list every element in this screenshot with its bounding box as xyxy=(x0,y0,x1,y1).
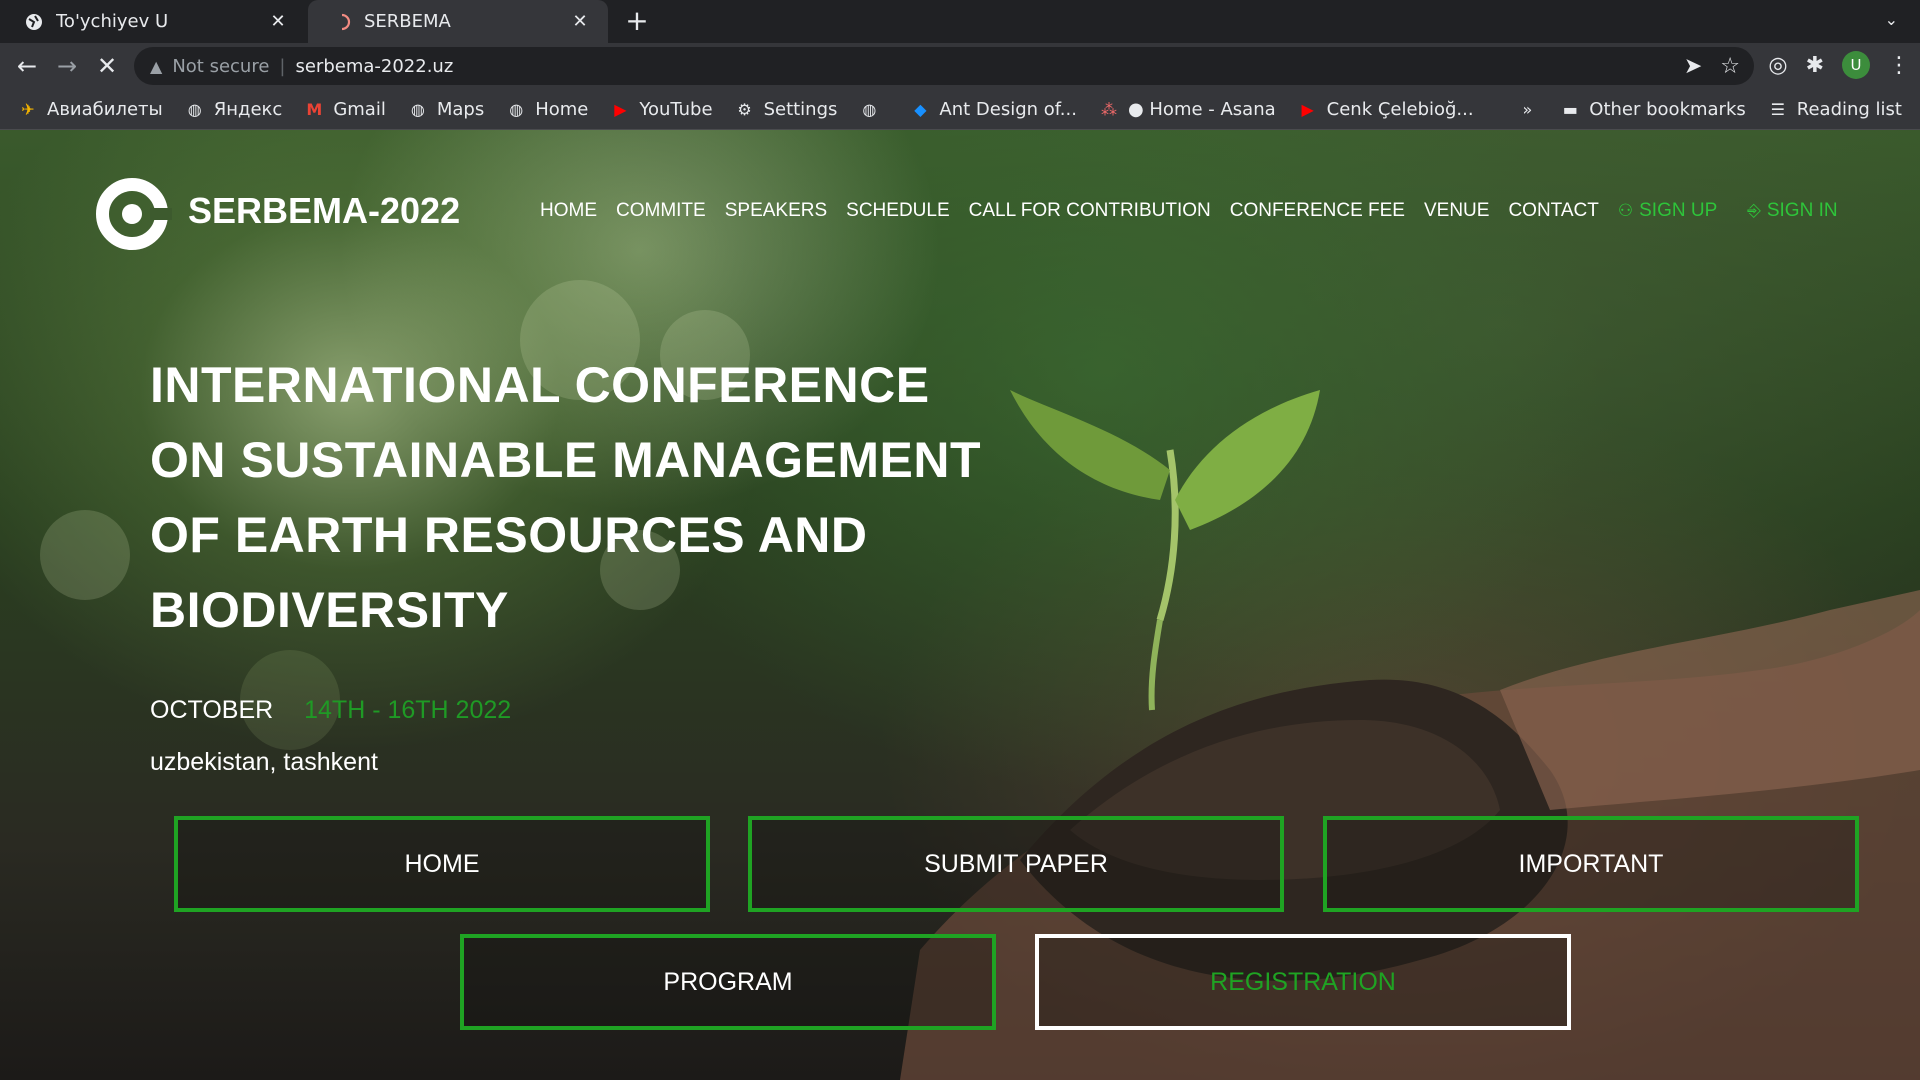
home-button[interactable]: HOME xyxy=(174,816,710,912)
globe-icon xyxy=(24,12,44,32)
date-range: 14TH - 16TH 2022 xyxy=(304,696,512,724)
browser-toolbar: ← → ✕ ▲ Not secure | serbema-2022.uz ➤ ☆… xyxy=(0,43,1920,89)
tab-strip: To'ychiyev U ✕ SERBEMA ✕ + ⌄ xyxy=(0,0,1920,43)
sign-in-link[interactable]: ⎆ SIGN IN xyxy=(1747,200,1837,222)
program-button[interactable]: PROGRAM xyxy=(460,934,996,1030)
folder-icon: ▬ xyxy=(1562,100,1578,119)
sign-in-icon: ⎆ xyxy=(1747,201,1761,220)
address-bar[interactable]: ▲ Not secure | serbema-2022.uz ➤ ☆ xyxy=(134,47,1754,85)
globe-icon: ◍ xyxy=(187,99,202,119)
bookmark-globe[interactable]: ◍ xyxy=(859,99,888,119)
date-month: OCTOBER xyxy=(150,696,274,724)
gmail-icon: M xyxy=(306,99,323,119)
registration-button[interactable]: REGISTRATION xyxy=(1035,934,1571,1030)
bookmark-asana[interactable]: ⁂ ● Home - Asana xyxy=(1099,99,1276,120)
tab-title: SERBEMA xyxy=(364,11,451,32)
submit-paper-button[interactable]: SUBMIT PAPER xyxy=(748,816,1284,912)
close-icon[interactable]: ✕ xyxy=(570,11,590,32)
site-title[interactable]: SERBEMA-2022 xyxy=(188,190,460,232)
browser-tab-1[interactable]: To'ychiyev U ✕ xyxy=(0,0,306,43)
youtube-icon: ▶ xyxy=(1301,99,1314,119)
chevron-down-icon[interactable]: ⌄ xyxy=(1885,10,1898,29)
extension-target-icon[interactable]: ◎ xyxy=(1768,53,1787,78)
sign-in-label: SIGN IN xyxy=(1766,200,1838,221)
warning-icon[interactable]: ▲ xyxy=(150,57,162,76)
nav-call-for-contribution[interactable]: CALL FOR CONTRIBUTION xyxy=(969,200,1211,222)
close-icon[interactable]: ✕ xyxy=(268,11,288,32)
back-button[interactable]: ← xyxy=(12,51,42,81)
hero-title-line: OF EARTH RESOURCES AND xyxy=(150,507,868,563)
hero-title: INTERNATIONAL CONFERENCE ON SUSTAINABLE … xyxy=(150,348,1010,648)
nav-home[interactable]: HOME xyxy=(540,200,597,222)
asana-icon: ⁂ xyxy=(1100,99,1117,119)
conference-dates: OCTOBER 14TH - 16TH 2022 xyxy=(150,696,511,725)
bookmark-gmail[interactable]: M Gmail xyxy=(304,99,385,120)
avatar[interactable]: U xyxy=(1842,51,1870,79)
new-tab-button[interactable]: + xyxy=(622,6,652,36)
separator: | xyxy=(279,55,286,77)
main-nav: HOME COMMITE SPEAKERS SCHEDULE CALL FOR … xyxy=(540,200,1857,222)
logo-gap xyxy=(150,208,172,220)
loading-spinner-icon xyxy=(332,12,352,32)
hero-title-line: INTERNATIONAL CONFERENCE xyxy=(150,357,930,413)
send-icon[interactable]: ➤ xyxy=(1684,54,1702,79)
youtube-icon: ▶ xyxy=(614,99,627,119)
bookmark-settings[interactable]: ⚙ Settings xyxy=(735,99,837,120)
puzzle-icon[interactable]: ✱ xyxy=(1806,53,1824,78)
bookmark-cenk[interactable]: ▶ Cenk Çelebioğ... xyxy=(1298,99,1474,120)
important-button[interactable]: IMPORTANT xyxy=(1323,816,1859,912)
bookmark-aviabilety[interactable]: ✈ Авиабилеты xyxy=(18,99,162,120)
hero-section: SERBEMA-2022 HOME COMMITE SPEAKERS SCHED… xyxy=(0,130,1920,1080)
reading-list-button[interactable]: ☰ Reading list xyxy=(1768,99,1902,120)
bokeh-light xyxy=(40,510,130,600)
security-label: Not secure xyxy=(172,55,270,77)
url-text: serbema-2022.uz xyxy=(295,55,454,77)
stop-loading-button[interactable]: ✕ xyxy=(92,51,122,81)
user-icon: ⚇ xyxy=(1617,201,1634,220)
globe-icon: ◍ xyxy=(509,99,524,119)
star-icon[interactable]: ☆ xyxy=(1720,54,1740,79)
bookmark-maps[interactable]: ◍ Maps xyxy=(408,99,484,120)
sign-up-label: SIGN UP xyxy=(1639,200,1718,221)
bookmark-home[interactable]: ◍ Home xyxy=(506,99,588,120)
bookmark-yandex[interactable]: ◍ Яндекс xyxy=(185,99,283,120)
bookmarks-bar: ✈ Авиабилеты ◍ Яндекс M Gmail ◍ Maps ◍ Home ▶… xyxy=(0,89,1920,130)
plane-icon: ✈ xyxy=(21,99,35,119)
globe-icon: ◍ xyxy=(862,99,877,119)
bookmarks-overflow-button[interactable]: » xyxy=(1522,100,1532,119)
other-bookmarks-folder[interactable]: ▬ Other bookmarks xyxy=(1560,99,1746,120)
browser-tab-2[interactable]: SERBEMA ✕ xyxy=(308,0,608,43)
nav-schedule[interactable]: SCHEDULE xyxy=(846,200,949,222)
conference-location: uzbekistan, tashkent xyxy=(150,748,378,776)
nav-conference-fee[interactable]: CONFERENCE FEE xyxy=(1230,200,1405,222)
nav-contact[interactable]: CONTACT xyxy=(1508,200,1598,222)
nav-venue[interactable]: VENUE xyxy=(1424,200,1489,222)
globe-icon: ◍ xyxy=(410,99,425,119)
kebab-menu-icon[interactable]: ⋮ xyxy=(1888,53,1910,78)
forward-button[interactable]: → xyxy=(52,51,82,81)
logo-dot xyxy=(122,204,142,224)
reading-list-icon: ☰ xyxy=(1770,100,1785,119)
nav-speakers[interactable]: SPEAKERS xyxy=(725,200,827,222)
ant-design-icon: ◆ xyxy=(914,99,927,119)
gear-icon: ⚙ xyxy=(737,99,752,119)
sign-up-link[interactable]: ⚇ SIGN UP xyxy=(1618,200,1717,222)
nav-commite[interactable]: COMMITE xyxy=(616,200,706,222)
hero-title-line: ON SUSTAINABLE MANAGEMENT xyxy=(150,432,982,488)
hero-title-line: BIODIVERSITY xyxy=(150,582,509,638)
bookmark-ant-design[interactable]: ◆ Ant Design of... xyxy=(910,99,1077,120)
bookmark-youtube[interactable]: ▶ YouTube xyxy=(610,99,712,120)
tab-title: To'ychiyev U xyxy=(56,11,169,32)
